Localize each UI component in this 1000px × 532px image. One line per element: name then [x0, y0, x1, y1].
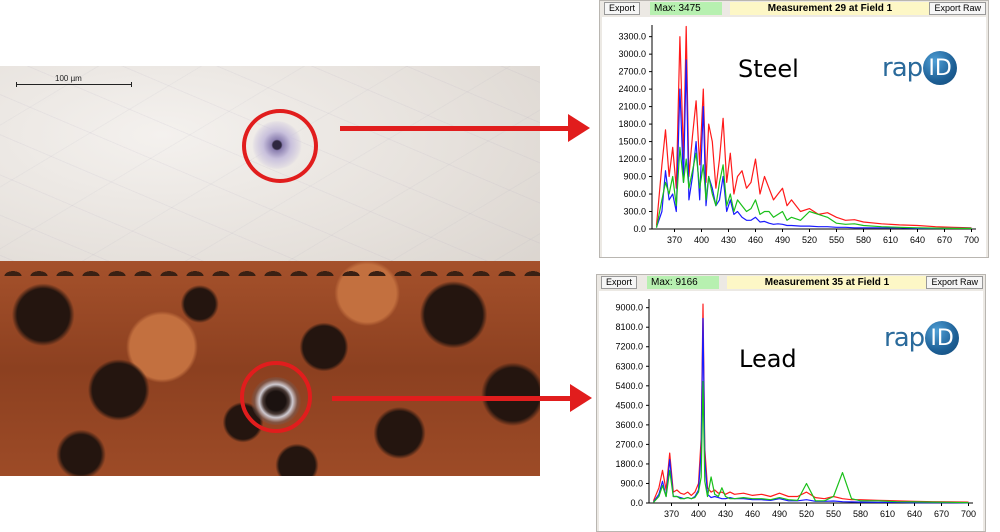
y-tick-label: 1800.0: [615, 459, 643, 469]
export-button[interactable]: Export: [604, 2, 641, 15]
x-tick-label: 700: [964, 235, 979, 245]
material-label: Steel: [738, 55, 799, 83]
x-tick-label: 640: [910, 235, 925, 245]
y-tick-label: 2100.0: [618, 102, 646, 112]
y-tick-label: 0.0: [633, 224, 646, 234]
x-tick-label: 520: [802, 235, 817, 245]
spectrum-plot-area: 0.0 300.0 600.0 900.0 1200.0 1500.0 1800.0 2100…: [602, 17, 986, 257]
x-tick-label: 700: [961, 509, 976, 519]
measurement-title: Measurement 29 at Field 1: [730, 2, 930, 15]
y-tick-label: 1500.0: [618, 137, 646, 147]
steel-spot-marker: [242, 109, 318, 183]
x-tick-label: 610: [883, 235, 898, 245]
logo-text: rap: [884, 323, 925, 353]
x-tick-label: 490: [772, 509, 787, 519]
y-tick-label: 3000.0: [618, 49, 646, 59]
rapid-logo: rap ID: [882, 51, 958, 85]
x-tick-label: 580: [856, 235, 871, 245]
series-line-blue: [655, 59, 972, 229]
y-tick-label: 9000.0: [615, 303, 643, 313]
x-tick-label: 370: [664, 509, 679, 519]
logo-id-circle: ID: [925, 321, 960, 355]
measurement-title: Measurement 35 at Field 1: [727, 276, 927, 289]
spectrum-plot-area: 0.0 900.0 1800.0 2700.0 3600.0 4500.0 5400.0 63…: [599, 291, 983, 531]
y-tick-label: 8100.0: [615, 322, 643, 332]
x-tick-label: 520: [799, 509, 814, 519]
material-interface: [0, 254, 540, 276]
y-tick-label: 1200.0: [618, 154, 646, 164]
x-tick-label: 670: [937, 235, 952, 245]
series-line-green: [655, 146, 972, 229]
y-tick-label: 900.0: [623, 172, 646, 182]
y-tick-label: 3600.0: [615, 420, 643, 430]
lead-spot-marker: [240, 361, 312, 433]
y-tick-label: 3300.0: [618, 32, 646, 42]
x-tick-label: 550: [826, 509, 841, 519]
x-tick-label: 550: [829, 235, 844, 245]
logo-id-circle: ID: [923, 51, 958, 85]
export-raw-button[interactable]: Export Raw: [929, 2, 986, 15]
x-tick-label: 580: [853, 509, 868, 519]
x-tick-label: 490: [775, 235, 790, 245]
x-tick-label: 400: [691, 509, 706, 519]
y-tick-label: 6300.0: [615, 361, 643, 371]
max-readout: Max: 9166: [647, 276, 719, 289]
y-tick-label: 1800.0: [618, 119, 646, 129]
y-tick-label: 0.0: [630, 498, 643, 508]
export-button[interactable]: Export: [601, 276, 638, 289]
x-tick-label: 460: [748, 235, 763, 245]
x-tick-label: 610: [880, 509, 895, 519]
y-tick-label: 600.0: [623, 189, 646, 199]
spectrum-toolbar: Export Max: 9166 Measurement 35 at Field…: [597, 275, 985, 289]
x-tick-label: 400: [694, 235, 709, 245]
y-tick-label: 7200.0: [615, 342, 643, 352]
arrow-head-icon: [570, 384, 592, 412]
spectrum-window-lead: Export Max: 9166 Measurement 35 at Field…: [596, 274, 986, 532]
x-tick-label: 460: [745, 509, 760, 519]
x-tick-label: 670: [934, 509, 949, 519]
y-tick-label: 2400.0: [618, 84, 646, 94]
logo-text: rap: [882, 53, 923, 83]
y-tick-label: 2700.0: [615, 439, 643, 449]
rapid-logo: rap ID: [884, 321, 960, 355]
arrow-to-steel-spectrum: [340, 114, 590, 142]
x-tick-label: 430: [721, 235, 736, 245]
material-label: Lead: [739, 345, 797, 373]
y-tick-label: 4500.0: [615, 400, 643, 410]
x-tick-label: 370: [667, 235, 682, 245]
y-tick-label: 900.0: [620, 478, 643, 488]
arrow-to-lead-spectrum: [332, 384, 592, 412]
export-raw-button[interactable]: Export Raw: [926, 276, 983, 289]
x-tick-label: 430: [718, 509, 733, 519]
scale-bar: [16, 82, 132, 87]
y-tick-label: 5400.0: [615, 381, 643, 391]
x-tick-label: 640: [907, 509, 922, 519]
y-tick-label: 300.0: [623, 207, 646, 217]
spectrum-toolbar: Export Max: 3475 Measurement 29 at Field…: [600, 1, 988, 15]
y-tick-label: 2700.0: [618, 67, 646, 77]
spectrum-window-steel: Export Max: 3475 Measurement 29 at Field…: [599, 0, 989, 258]
arrow-head-icon: [568, 114, 590, 142]
scale-bar-label: 100 µm: [55, 74, 82, 83]
max-readout: Max: 3475: [650, 2, 722, 15]
